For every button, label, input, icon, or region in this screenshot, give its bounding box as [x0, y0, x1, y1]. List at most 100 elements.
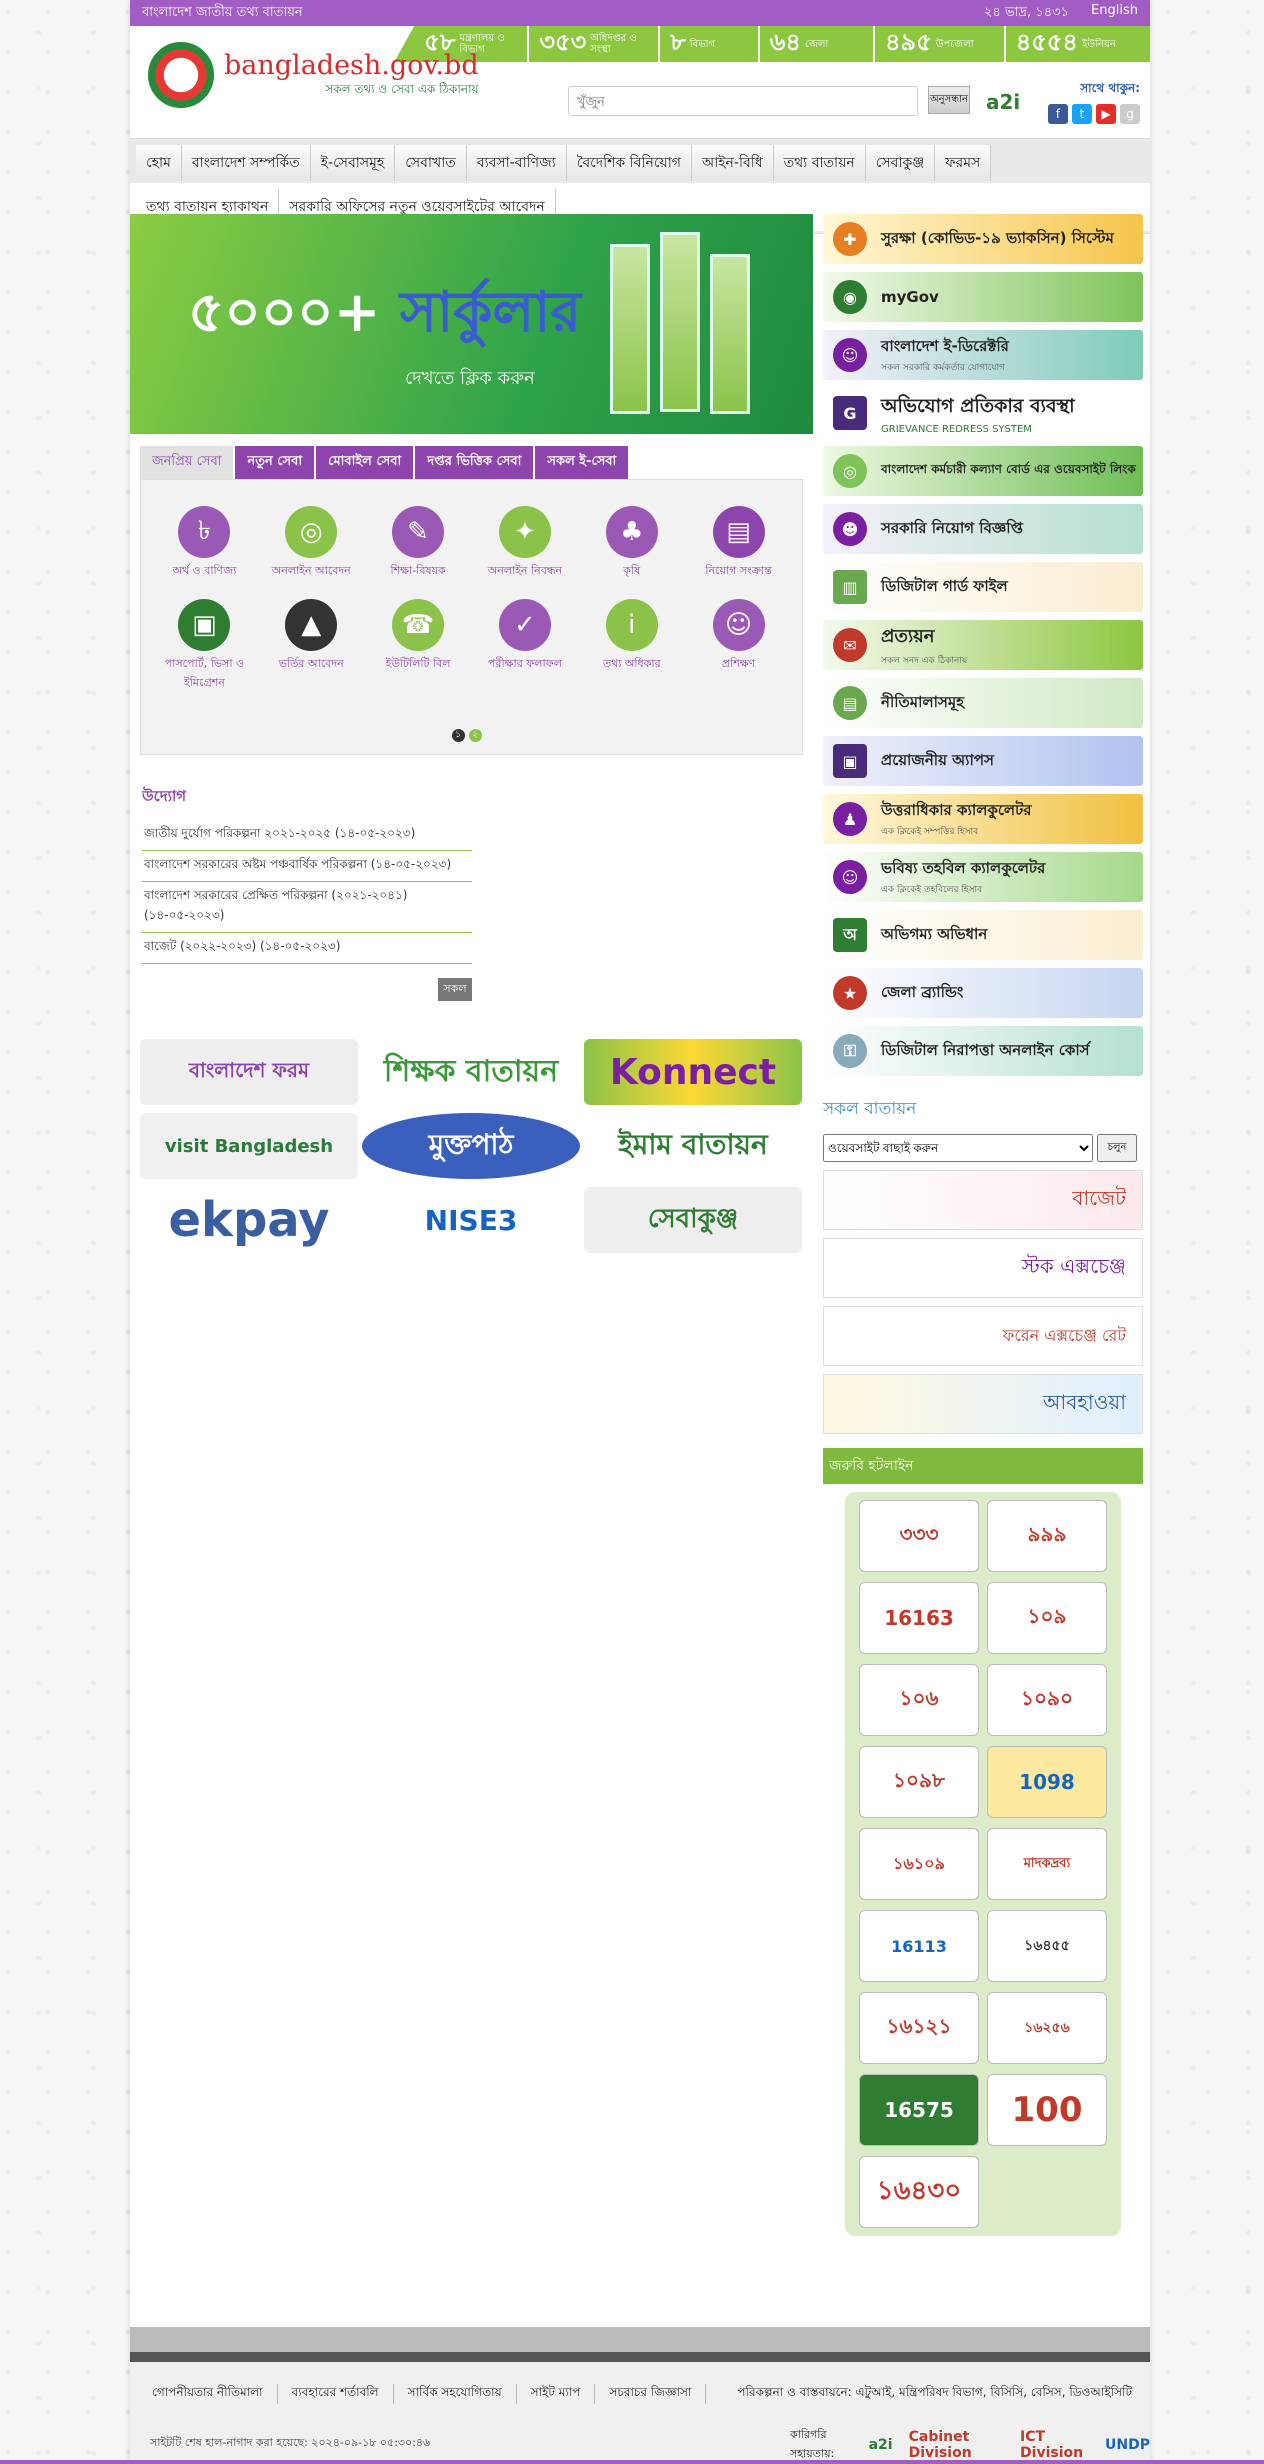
service-registration[interactable]: ✦ অনলাইন নিবন্ধন [472, 506, 579, 581]
menu-item-portal[interactable]: তথ্য বাতায়ন [773, 145, 866, 181]
hotline-999[interactable]: ৯৯৯ [987, 1500, 1107, 1572]
banner-policies[interactable]: ▤ নীতিমালাসমূহ [823, 678, 1143, 728]
service-finance[interactable]: ৳ অর্থ ও বাণিজ্য [151, 506, 258, 581]
logo-imam-batayon[interactable]: ইমাম বাতায়ন [584, 1113, 802, 1179]
menu-item-sebakunja[interactable]: সেবাকুঞ্জ [865, 145, 936, 181]
hotline-fire-service[interactable]: 16163 [859, 1582, 979, 1654]
weather-banner[interactable]: আবহাওয়া [823, 1374, 1143, 1434]
hotline-16121[interactable]: ১৬১২১ [859, 1992, 979, 2064]
initiative-link[interactable]: বাংলাদেশ সরকারের প্রেক্ষিত পরিকল্পনা (২০… [142, 882, 472, 933]
hotline-1098[interactable]: 1098 [987, 1746, 1107, 1818]
hotline-narcotics[interactable]: মাদকদ্রব্য [987, 1828, 1107, 1900]
service-agriculture[interactable]: ♣ কৃষি [578, 506, 685, 581]
menu-item-law[interactable]: আইন-বিধি [691, 145, 774, 181]
budget-banner[interactable]: বাজেট [823, 1170, 1143, 1230]
google-plus-icon[interactable]: g [1120, 104, 1140, 124]
footer-link-privacy[interactable]: গোপনীয়তার নীতিমালা [138, 2384, 278, 2404]
language-link[interactable]: English [1091, 3, 1138, 24]
forex-banner[interactable]: ফরেন এক্সচেঞ্জ রেট [823, 1306, 1143, 1366]
logo-konnect[interactable]: Konnect [584, 1039, 802, 1105]
service-passport[interactable]: ▣ পাসপোর্ট, ভিসা ও ইমিগ্রেশন [151, 599, 258, 693]
hotline-16430[interactable]: ১৬৪৩০ [859, 2156, 979, 2228]
footer-link-sitemap[interactable]: সাইট ম্যাপ [517, 2384, 596, 2404]
banner-welfare-board[interactable]: ◎ বাংলাদেশ কর্মচারী কল্যাণ বোর্ড এর ওয়েব… [823, 446, 1143, 496]
facebook-icon[interactable]: f [1048, 104, 1068, 124]
logo-muktopaath[interactable]: মুক্তপাঠ [362, 1113, 580, 1179]
banner-apps[interactable]: ▣ প্রয়োজনীয় অ্যাপস [823, 736, 1143, 786]
service-online-apply[interactable]: ◎ অনলাইন আবেদন [258, 506, 365, 581]
menu-item-forms[interactable]: ফরমস [935, 145, 992, 181]
partner-ict[interactable]: ICT Division [1020, 2429, 1089, 2461]
service-utility-bill[interactable]: ☎ ইউটিলিটি বিল [365, 599, 472, 693]
stat-unions[interactable]: ৪৫৫৪ ইউনিয়ন [1003, 26, 1150, 62]
partner-undp[interactable]: UNDP [1105, 2437, 1150, 2453]
logo-nise3[interactable]: NISE3 [362, 1187, 580, 1253]
banner-guard-file[interactable]: ▥ ডিজিটাল গার্ড ফাইল [823, 562, 1143, 612]
hotline-child-help[interactable]: ১০৯৮ [859, 1746, 979, 1818]
banner-dictionary[interactable]: অ অভিগম্য অভিধান [823, 910, 1143, 960]
tab-new[interactable]: নতুন সেবা [235, 446, 315, 479]
initiative-link[interactable]: বাংলাদেশ সরকারের অষ্টম পঞ্চবার্ষিক পরিকল… [142, 851, 472, 882]
site-logo[interactable]: bangladesh.gov.bd সকল তথ্য ও সেবা এক ঠিকা… [148, 42, 479, 108]
logo-sebakunja[interactable]: সেবাকুঞ্জ [584, 1187, 802, 1253]
banner-prottoyon[interactable]: ✉ প্রত্যয়ন সকল সনদ এক ঠিকানায় [823, 620, 1143, 670]
hotline-16113[interactable]: 16113 [859, 1910, 979, 1982]
menu-item-sectors[interactable]: সেবাখাত [395, 145, 467, 181]
twitter-icon[interactable]: t [1072, 104, 1092, 124]
service-rti[interactable]: i তথ্য অধিকার [578, 599, 685, 693]
logo-shikkhok-batayon[interactable]: শিক্ষক বাতায়ন [362, 1039, 580, 1105]
hotline-1090[interactable]: ১০৯০ [987, 1664, 1107, 1736]
banner-surokkha[interactable]: ✚ সুরক্ষা (কোভিড-১৯ ভ্যাকসিন) সিস্টেম [823, 214, 1143, 264]
stat-upazilas[interactable]: ৪৯৫ উপজেলা [872, 26, 1004, 62]
logo-bangladesh-form[interactable]: বাংলাদেশ ফরম [140, 1039, 358, 1105]
search-input[interactable] [568, 86, 918, 116]
hotline-333[interactable]: ৩৩৩ [859, 1500, 979, 1572]
menu-item-business[interactable]: ব্যবসা-বাণিজ্য [466, 145, 567, 181]
stat-districts[interactable]: ৬৪ জেলা [757, 26, 873, 62]
search-button[interactable]: অনুসন্ধান [928, 86, 970, 114]
hotline-106[interactable]: ১০৬ [859, 1664, 979, 1736]
partner-cabinet[interactable]: Cabinet Division [909, 2429, 1004, 2461]
hotline-109[interactable]: ১০৯ [987, 1582, 1107, 1654]
menu-item-investment[interactable]: বৈদেশিক বিনিয়োগ [566, 145, 692, 181]
logo-ekpay[interactable]: ekpay [140, 1187, 358, 1253]
service-admission[interactable]: ▲ ভর্তির আবেদন [258, 599, 365, 693]
footer-link-terms[interactable]: ব্যবহারের শর্তাবলি [278, 2384, 394, 2404]
portal-select[interactable]: ওয়েবসাইট বাছাই করুন [823, 1134, 1093, 1162]
logo-visit-bangladesh[interactable]: visit Bangladesh [140, 1113, 358, 1179]
a2i-logo[interactable]: a2i [986, 90, 1020, 114]
pager-dot-2[interactable]: ২ [468, 729, 482, 742]
banner-grs[interactable]: G অভিযোগ প্রতিকার ব্যবস্থা GRIEVANCE REDRE… [823, 388, 1143, 438]
circular-banner[interactable]: ৫০০০+ সার্কুলার দেখতে ক্লিক করুন [130, 214, 813, 434]
tab-office[interactable]: দপ্তর ভিত্তিক সেবা [415, 446, 534, 479]
portal-go-button[interactable]: চলুন [1097, 1134, 1137, 1162]
hotline-16256[interactable]: ১৬২৫৬ [987, 1992, 1107, 2064]
stock-exchange-banner[interactable]: স্টক এক্সচেঞ্জ [823, 1238, 1143, 1298]
tab-popular[interactable]: জনপ্রিয় সেবা [140, 446, 234, 479]
all-initiatives-button[interactable]: সকল [438, 978, 472, 1001]
initiative-link[interactable]: বাজেট (২০২২-২০২৩) (১৪-০৫-২০২৩) [142, 933, 472, 964]
service-jobs[interactable]: ▤ নিয়োগ সংক্রান্ত [685, 506, 792, 581]
stat-divisions[interactable]: ৮ বিভাগ [658, 26, 758, 62]
banner-district-branding[interactable]: ★ জেলা ব্র্যান্ডিং [823, 968, 1143, 1018]
menu-item-about[interactable]: বাংলাদেশ সম্পর্কিত [181, 145, 311, 181]
partner-a2i[interactable]: a2i [869, 2437, 893, 2453]
service-training[interactable]: ☺ প্রশিক্ষণ [685, 599, 792, 693]
service-education[interactable]: ✎ শিক্ষা-বিষয়ক [365, 506, 472, 581]
tab-all-eservices[interactable]: সকল ই-সেবা [535, 446, 629, 479]
hotline-16109[interactable]: ১৬১০৯ [859, 1828, 979, 1900]
banner-job-circular[interactable]: ☻ সরকারি নিয়োগ বিজ্ঞপ্তি [823, 504, 1143, 554]
service-exam-result[interactable]: ✓ পরীক্ষার ফলাফল [472, 599, 579, 693]
pager-dot-1[interactable]: ১ [451, 729, 465, 742]
stat-agencies[interactable]: ৩৫৩ অধিদপ্তর ও সংস্থা [527, 26, 658, 62]
initiative-link[interactable]: জাতীয় দুর্যোগ পরিকল্পনা ২০২১-২০২৫ (১৪-০… [142, 820, 472, 851]
footer-link-cooperation[interactable]: সার্বিক সহযোগিতায় [394, 2384, 517, 2404]
youtube-icon[interactable]: ▶ [1096, 104, 1116, 124]
hotline-16455[interactable]: ১৬৪৫৫ [987, 1910, 1107, 1982]
hotline-100[interactable]: 100 [987, 2074, 1107, 2146]
footer-link-faq[interactable]: সচরাচর জিজ্ঞাসা [595, 2384, 707, 2404]
banner-mygov[interactable]: ◉ myGov [823, 272, 1143, 322]
hotline-16575[interactable]: 16575 [859, 2074, 979, 2146]
banner-cyber-course[interactable]: ⚿ ডিজিটাল নিরাপত্তা অনলাইন কোর্স [823, 1026, 1143, 1076]
tab-mobile[interactable]: মোবাইল সেবা [316, 446, 414, 479]
